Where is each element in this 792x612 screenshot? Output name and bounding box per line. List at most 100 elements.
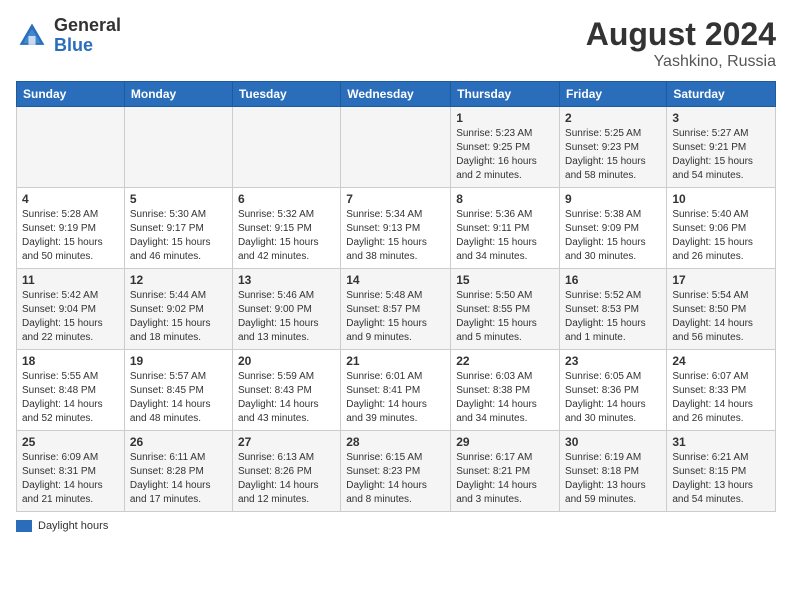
day-number: 22 — [456, 354, 554, 368]
day-info: Sunrise: 5:42 AMSunset: 9:04 PMDaylight:… — [22, 289, 119, 345]
page: General Blue August 2024 Yashkino, Russi… — [0, 0, 792, 542]
day-info: Sunrise: 6:11 AMSunset: 8:28 PMDaylight:… — [130, 451, 227, 507]
day-cell: 30Sunrise: 6:19 AMSunset: 8:18 PMDayligh… — [560, 431, 667, 512]
day-number: 18 — [22, 354, 119, 368]
day-cell: 7 Sunrise: 5:34 AMSunset: 9:13 PMDaylight… — [341, 188, 451, 269]
day-number: 30 — [565, 435, 661, 449]
day-number: 14 — [346, 273, 445, 287]
location: Yashkino, Russia — [586, 53, 776, 71]
day-info: Sunrise: 5:54 AMSunset: 8:50 PMDaylight:… — [672, 289, 770, 345]
week-row-3: 18 Sunrise: 5:55 AMSunset: 8:48 PMDayligh… — [17, 350, 776, 431]
day-info: Sunrise: 5:30 AMSunset: 9:17 PMDaylight:… — [130, 208, 227, 264]
day-number: 5 — [130, 192, 227, 206]
day-number: 3 — [672, 111, 770, 125]
day-info: Sunrise: 5:36 AMSunset: 9:11 PMDaylight:… — [456, 208, 554, 264]
week-row-2: 11Sunrise: 5:42 AMSunset: 9:04 PMDayligh… — [17, 269, 776, 350]
day-cell: 27 Sunrise: 6:13 AMSunset: 8:26 PMDayligh… — [232, 431, 340, 512]
day-cell — [341, 107, 451, 188]
day-cell: 2Sunrise: 5:25 AMSunset: 9:23 PMDaylight… — [560, 107, 667, 188]
day-number: 13 — [238, 273, 335, 287]
week-row-1: 4Sunrise: 5:28 AMSunset: 9:19 PMDaylight… — [17, 188, 776, 269]
logo: General Blue — [16, 16, 121, 56]
day-cell: 23 Sunrise: 6:05 AMSunset: 8:36 PMDayligh… — [560, 350, 667, 431]
day-cell: 10 Sunrise: 5:40 AMSunset: 9:06 PMDayligh… — [667, 188, 776, 269]
day-number: 6 — [238, 192, 335, 206]
day-info: Sunrise: 5:55 AMSunset: 8:48 PMDaylight:… — [22, 370, 119, 426]
day-number: 2 — [565, 111, 661, 125]
day-info: Sunrise: 6:09 AMSunset: 8:31 PMDaylight:… — [22, 451, 119, 507]
day-cell: 17 Sunrise: 5:54 AMSunset: 8:50 PMDayligh… — [667, 269, 776, 350]
day-info: Sunrise: 5:48 AMSunset: 8:57 PMDaylight:… — [346, 289, 445, 345]
day-cell — [232, 107, 340, 188]
calendar-table: SundayMondayTuesdayWednesdayThursdayFrid… — [16, 81, 776, 512]
day-cell: 19Sunrise: 5:57 AMSunset: 8:45 PMDayligh… — [124, 350, 232, 431]
day-number: 23 — [565, 354, 661, 368]
day-cell: 6Sunrise: 5:32 AMSunset: 9:15 PMDaylight… — [232, 188, 340, 269]
day-cell: 21 Sunrise: 6:01 AMSunset: 8:41 PMDayligh… — [341, 350, 451, 431]
day-cell: 8 Sunrise: 5:36 AMSunset: 9:11 PMDaylight… — [451, 188, 560, 269]
day-info: Sunrise: 6:03 AMSunset: 8:38 PMDaylight:… — [456, 370, 554, 426]
day-info: Sunrise: 6:17 AMSunset: 8:21 PMDaylight:… — [456, 451, 554, 507]
day-cell: 25 Sunrise: 6:09 AMSunset: 8:31 PMDayligh… — [17, 431, 125, 512]
day-number: 16 — [565, 273, 661, 287]
day-info: Sunrise: 6:01 AMSunset: 8:41 PMDaylight:… — [346, 370, 445, 426]
day-info: Sunrise: 5:23 AMSunset: 9:25 PMDaylight:… — [456, 127, 554, 183]
day-number: 17 — [672, 273, 770, 287]
day-info: Sunrise: 5:34 AMSunset: 9:13 PMDaylight:… — [346, 208, 445, 264]
day-cell: 11Sunrise: 5:42 AMSunset: 9:04 PMDayligh… — [17, 269, 125, 350]
day-header-monday: Monday — [124, 82, 232, 107]
day-cell: 16Sunrise: 5:52 AMSunset: 8:53 PMDayligh… — [560, 269, 667, 350]
day-cell: 12Sunrise: 5:44 AMSunset: 9:02 PMDayligh… — [124, 269, 232, 350]
legend: Daylight hours — [16, 520, 776, 532]
day-info: Sunrise: 6:13 AMSunset: 8:26 PMDaylight:… — [238, 451, 335, 507]
day-number: 1 — [456, 111, 554, 125]
day-number: 31 — [672, 435, 770, 449]
month-year: August 2024 — [586, 16, 776, 53]
day-cell: 28Sunrise: 6:15 AMSunset: 8:23 PMDayligh… — [341, 431, 451, 512]
header: General Blue August 2024 Yashkino, Russi… — [16, 16, 776, 71]
day-cell: 9Sunrise: 5:38 AMSunset: 9:09 PMDaylight… — [560, 188, 667, 269]
logo-icon — [16, 20, 48, 52]
title-block: August 2024 Yashkino, Russia — [586, 16, 776, 71]
logo-blue: Blue — [54, 35, 93, 55]
day-info: Sunrise: 6:05 AMSunset: 8:36 PMDaylight:… — [565, 370, 661, 426]
week-row-4: 25 Sunrise: 6:09 AMSunset: 8:31 PMDayligh… — [17, 431, 776, 512]
day-info: Sunrise: 5:46 AMSunset: 9:00 PMDaylight:… — [238, 289, 335, 345]
day-info: Sunrise: 5:50 AMSunset: 8:55 PMDaylight:… — [456, 289, 554, 345]
day-header-sunday: Sunday — [17, 82, 125, 107]
day-header-wednesday: Wednesday — [341, 82, 451, 107]
legend-label: Daylight hours — [38, 520, 108, 532]
day-cell: 31Sunrise: 6:21 AMSunset: 8:15 PMDayligh… — [667, 431, 776, 512]
day-cell: 3 Sunrise: 5:27 AMSunset: 9:21 PMDaylight… — [667, 107, 776, 188]
day-cell: 1 Sunrise: 5:23 AMSunset: 9:25 PMDaylight… — [451, 107, 560, 188]
legend-box — [16, 520, 32, 532]
day-number: 7 — [346, 192, 445, 206]
day-cell: 15 Sunrise: 5:50 AMSunset: 8:55 PMDayligh… — [451, 269, 560, 350]
week-row-0: 1 Sunrise: 5:23 AMSunset: 9:25 PMDaylight… — [17, 107, 776, 188]
day-number: 27 — [238, 435, 335, 449]
day-number: 28 — [346, 435, 445, 449]
day-number: 8 — [456, 192, 554, 206]
day-number: 10 — [672, 192, 770, 206]
day-header-tuesday: Tuesday — [232, 82, 340, 107]
day-info: Sunrise: 5:59 AMSunset: 8:43 PMDaylight:… — [238, 370, 335, 426]
day-info: Sunrise: 5:27 AMSunset: 9:21 PMDaylight:… — [672, 127, 770, 183]
day-header-thursday: Thursday — [451, 82, 560, 107]
day-number: 21 — [346, 354, 445, 368]
day-number: 4 — [22, 192, 119, 206]
day-number: 29 — [456, 435, 554, 449]
day-cell — [124, 107, 232, 188]
day-info: Sunrise: 5:40 AMSunset: 9:06 PMDaylight:… — [672, 208, 770, 264]
day-cell: 4Sunrise: 5:28 AMSunset: 9:19 PMDaylight… — [17, 188, 125, 269]
day-number: 25 — [22, 435, 119, 449]
day-header-friday: Friday — [560, 82, 667, 107]
day-number: 15 — [456, 273, 554, 287]
day-number: 24 — [672, 354, 770, 368]
day-header-saturday: Saturday — [667, 82, 776, 107]
day-cell: 14 Sunrise: 5:48 AMSunset: 8:57 PMDayligh… — [341, 269, 451, 350]
day-info: Sunrise: 6:07 AMSunset: 8:33 PMDaylight:… — [672, 370, 770, 426]
day-cell: 13 Sunrise: 5:46 AMSunset: 9:00 PMDayligh… — [232, 269, 340, 350]
logo-general: General — [54, 15, 121, 35]
day-cell: 26Sunrise: 6:11 AMSunset: 8:28 PMDayligh… — [124, 431, 232, 512]
day-number: 12 — [130, 273, 227, 287]
